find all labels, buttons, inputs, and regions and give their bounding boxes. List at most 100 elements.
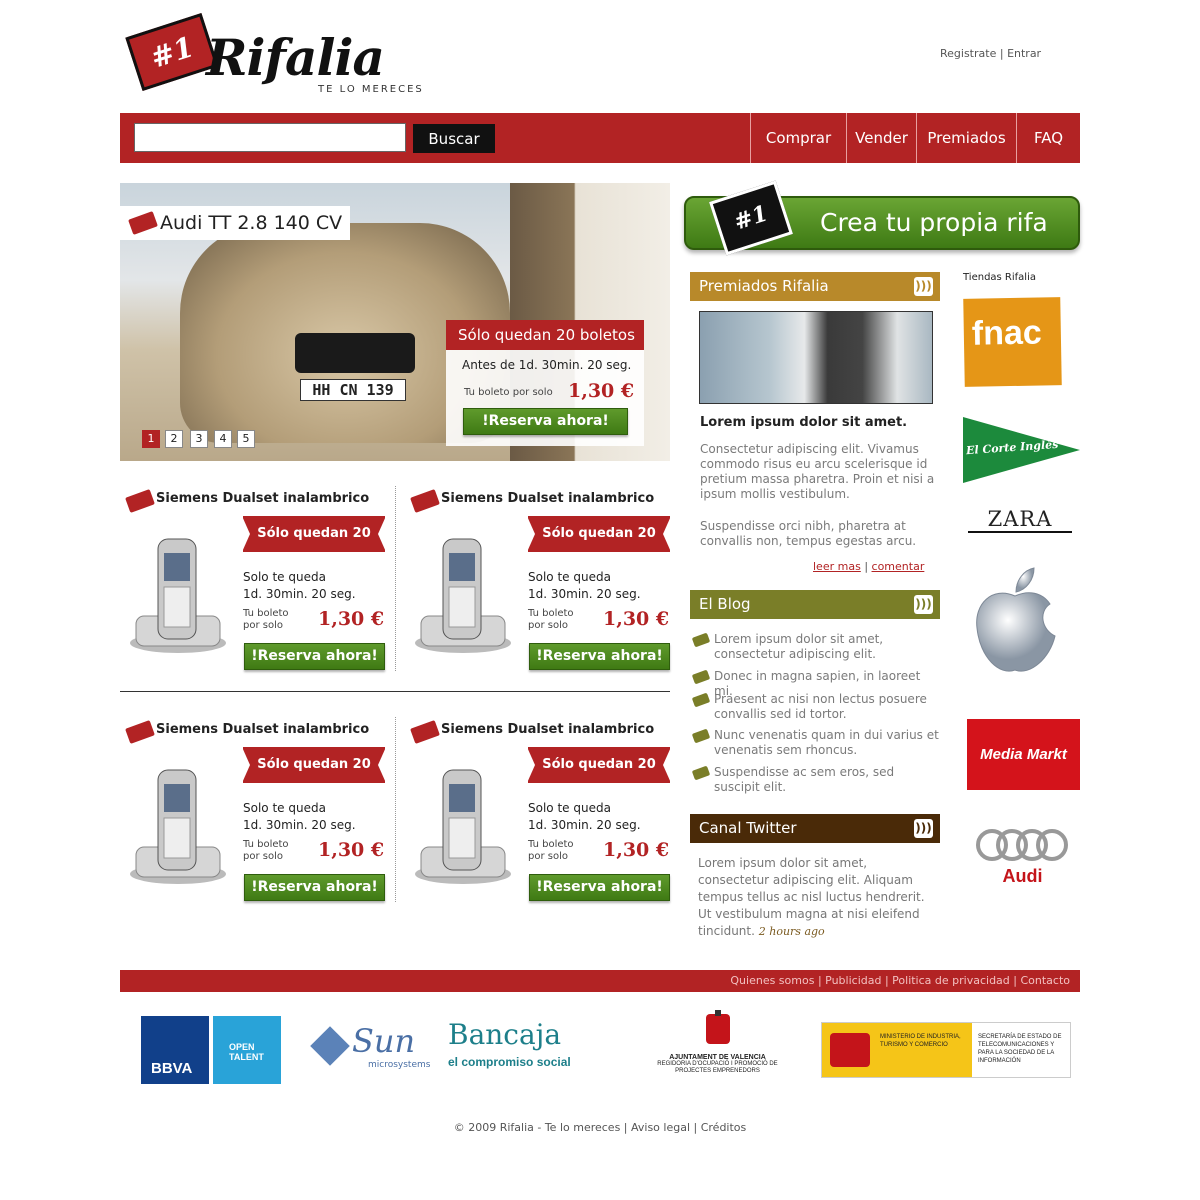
- rss-icon[interactable]: ))): [914, 277, 933, 296]
- site-logo[interactable]: #1 Rifalia TE LO MERECES: [125, 13, 428, 98]
- logo-tagline: TE LO MERECES: [318, 84, 424, 95]
- footer-links[interactable]: Quienes somos | Publicidad | Politica de…: [120, 970, 1080, 992]
- login-link[interactable]: Entrar: [1007, 47, 1041, 60]
- reserve-button[interactable]: !Reserva ahora!: [244, 874, 385, 901]
- product-title[interactable]: Siemens Dualset inalambrico: [441, 722, 654, 737]
- hero-offer-box: Sólo quedan 20 boletos Antes de 1d. 30mi…: [446, 320, 644, 446]
- product-price: 1,30 €: [603, 608, 670, 630]
- rss-icon[interactable]: ))): [914, 595, 933, 614]
- account-links: Registrate | Entrar: [940, 47, 1041, 60]
- blog-item[interactable]: Lorem ipsum dolor sit amet, consectetur …: [690, 632, 940, 664]
- slide-page-1[interactable]: 1: [142, 430, 160, 448]
- product-card: Siemens Dualset inalambrico Sólo quedan …: [405, 717, 671, 917]
- slide-page-5[interactable]: 5: [237, 430, 255, 448]
- countdown-time: 1d. 30min. 20 seg.: [528, 587, 641, 601]
- nav-item-premiados[interactable]: Premiados: [916, 113, 1016, 163]
- secretaria-text: SECRETARÍA DE ESTADO DE TELECOMUNICACION…: [978, 1034, 1062, 1064]
- zara-logo[interactable]: ZARA: [968, 507, 1072, 533]
- media-markt-logo[interactable]: Media Markt: [967, 719, 1080, 790]
- rss-icon[interactable]: ))): [914, 819, 933, 838]
- nav-item-vender[interactable]: Vender: [846, 113, 916, 163]
- product-divider: [395, 717, 396, 902]
- ticket-label: Tu boleto por solo: [528, 839, 574, 863]
- product-remaining: Sólo quedan 20: [242, 747, 386, 783]
- hero-reserve-button[interactable]: !Reserva ahora!: [463, 408, 628, 435]
- product-title[interactable]: Siemens Dualset inalambrico: [156, 722, 369, 737]
- tweet: Lorem ipsum dolor sit amet, consectetur …: [698, 855, 938, 940]
- bancaja-sub: el compromiso social: [448, 1055, 571, 1069]
- product-card: Siemens Dualset inalambrico Sólo quedan …: [120, 717, 386, 917]
- ticket-icon: [691, 632, 711, 648]
- ajuntament-text: AJUNTAMENT DE VALENCIA: [669, 1054, 766, 1061]
- ticket-label-line2: por solo: [528, 620, 568, 631]
- fnac-logo[interactable]: fnac: [963, 297, 1062, 387]
- blog-item[interactable]: Praesent ac nisi non lectus posuere conv…: [690, 692, 940, 724]
- ticket-icon: [125, 720, 155, 744]
- slide-page-3[interactable]: 3: [190, 430, 208, 448]
- product-title[interactable]: Siemens Dualset inalambrico: [441, 491, 654, 506]
- sun-diamond-icon: [310, 1026, 350, 1066]
- ticket-label-line2: por solo: [528, 851, 568, 862]
- ticket-label-line1: Tu boleto: [243, 608, 289, 619]
- premiados-title: Premiados Rifalia: [699, 277, 829, 295]
- audi-logo[interactable]: Audi: [975, 828, 1070, 888]
- premiados-heading[interactable]: Lorem ipsum dolor sit amet.: [700, 415, 907, 430]
- blog-item[interactable]: Nunc venenatis quam in dui varius et ven…: [690, 728, 940, 760]
- ticket-icon: [410, 489, 440, 513]
- ajuntament-sub: REGIDORIA D'OCUPACIÓ I PROMOCIÓ DE PROJE…: [657, 1061, 778, 1074]
- slide-page-2[interactable]: 2: [165, 430, 183, 448]
- product-price: 1,30 €: [603, 839, 670, 861]
- blog-item-text: Suspendisse ac sem eros, sed suscipit el…: [714, 765, 895, 794]
- blog-item[interactable]: Suspendisse ac sem eros, sed suscipit el…: [690, 765, 940, 797]
- premiados-links: leer mas | comentar: [813, 560, 924, 573]
- register-link[interactable]: Registrate: [940, 47, 996, 60]
- ticket-label-line2: por solo: [243, 620, 283, 631]
- el-corte-ingles-logo[interactable]: El Corte Inglés: [963, 417, 1080, 483]
- reserve-button[interactable]: !Reserva ahora!: [529, 643, 670, 670]
- comment-link[interactable]: comentar: [872, 560, 925, 573]
- twitter-title: Canal Twitter: [699, 819, 797, 837]
- sun-logo[interactable]: Sun microsystems: [310, 1022, 430, 1072]
- hero-slider[interactable]: HH CN 139 Audi TT 2.8 140 CV Sólo quedan…: [120, 183, 670, 461]
- countdown-time: 1d. 30min. 20 seg.: [243, 818, 356, 832]
- search-input[interactable]: [134, 123, 406, 152]
- ticket-icon: [691, 692, 711, 708]
- ticket-icon: [125, 489, 155, 513]
- hero-time: Antes de 1d. 30min. 20 seg.: [462, 358, 632, 372]
- car-grille: [295, 333, 415, 373]
- countdown-label: Solo te queda: [528, 801, 611, 815]
- blog-item-text: Nunc venenatis quam in dui varius et ven…: [714, 728, 939, 757]
- blog-item-text: Praesent ac nisi non lectus posuere conv…: [714, 692, 927, 721]
- blog-title: El Blog: [699, 595, 751, 613]
- countdown-time: 1d. 30min. 20 seg.: [243, 587, 356, 601]
- product-remaining: Sólo quedan 20: [527, 747, 671, 783]
- product-card: Siemens Dualset inalambrico Sólo quedan …: [120, 486, 386, 686]
- read-more-link[interactable]: leer mas: [813, 560, 861, 573]
- product-title[interactable]: Siemens Dualset inalambrico: [156, 491, 369, 506]
- sun-sub: microsystems: [368, 1060, 431, 1070]
- open-talent-logo[interactable]: OPEN TALENT: [213, 1016, 281, 1084]
- apple-logo[interactable]: [972, 566, 1058, 678]
- bancaja-logo[interactable]: Bancaja el compromiso social: [448, 1018, 613, 1084]
- winners-photo[interactable]: [699, 311, 933, 404]
- hero-remaining: Sólo quedan 20 boletos: [446, 320, 644, 350]
- nav-item-comprar[interactable]: Comprar: [750, 113, 846, 163]
- nav-item-faq[interactable]: FAQ: [1016, 113, 1080, 163]
- bbva-logo[interactable]: BBVA: [141, 1016, 209, 1084]
- reserve-button[interactable]: !Reserva ahora!: [529, 874, 670, 901]
- product-countdown: Solo te queda 1d. 30min. 20 seg.: [528, 569, 641, 603]
- blog-item[interactable]: Donec in magna sapien, in laoreet mi.: [690, 669, 940, 698]
- main-navbar: Buscar Comprar Vender Premiados FAQ: [120, 113, 1080, 163]
- slide-page-4[interactable]: 4: [214, 430, 232, 448]
- phone-image: [415, 538, 511, 653]
- blog-item-text: Lorem ipsum dolor sit amet, consectetur …: [714, 632, 884, 661]
- search-button[interactable]: Buscar: [413, 124, 495, 153]
- ticket-label-line1: Tu boleto: [528, 839, 574, 850]
- tweet-time[interactable]: 2 hours ago: [759, 925, 825, 938]
- ajuntament-valencia-logo[interactable]: AJUNTAMENT DE VALENCIA REGIDORIA D'OCUPA…: [650, 1010, 785, 1085]
- product-price: 1,30 €: [318, 839, 385, 861]
- reserve-button[interactable]: !Reserva ahora!: [244, 643, 385, 670]
- create-raffle-button[interactable]: #1 Crea tu propia rifa: [684, 180, 1080, 256]
- ministerio-logo[interactable]: MINISTERIO DE INDUSTRIA, TURISMO Y COMER…: [821, 1022, 1071, 1078]
- ticket-label-line2: por solo: [243, 851, 283, 862]
